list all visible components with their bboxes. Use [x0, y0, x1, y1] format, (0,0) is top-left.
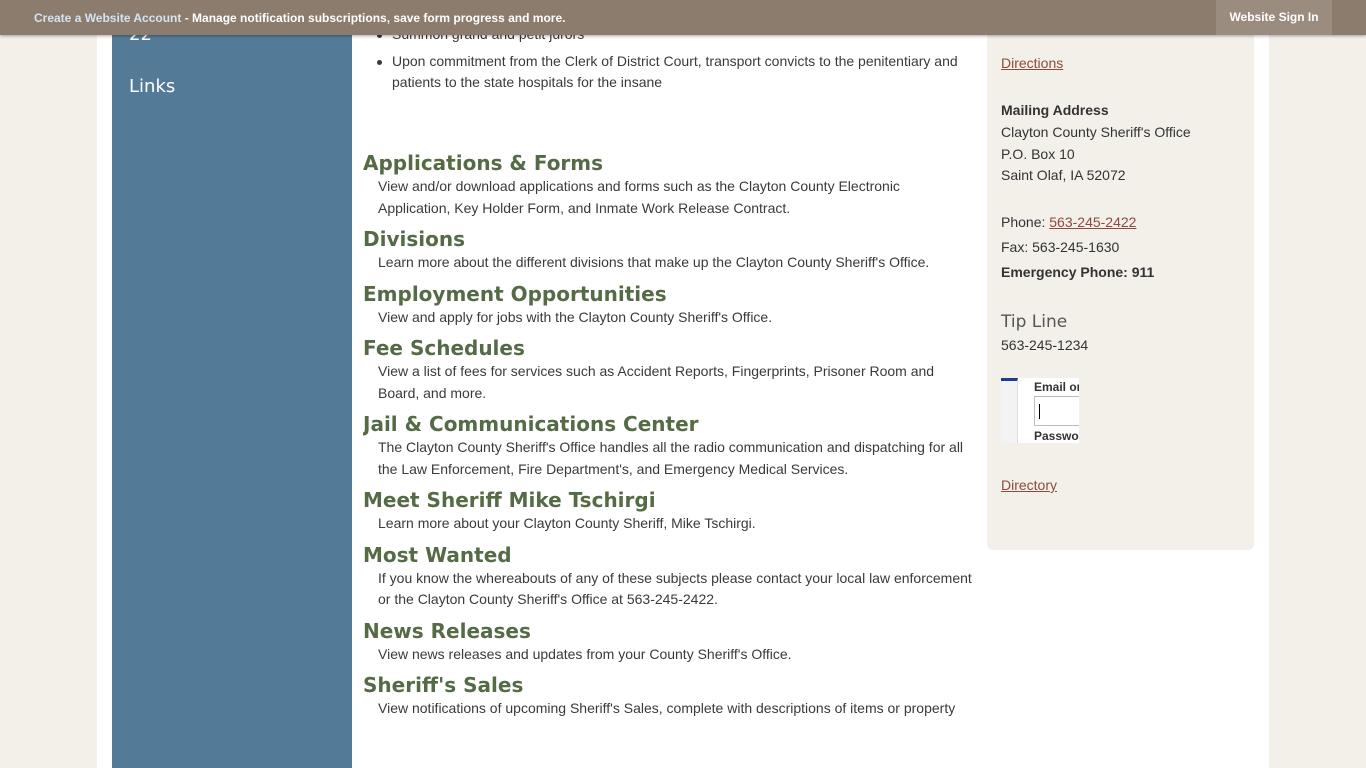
create-account-link[interactable]: Create a Website Account: [34, 11, 181, 25]
section-description: Learn more about your Clayton County She…: [378, 515, 756, 531]
list-item: Upon commitment from the Clerk of Distri…: [363, 51, 973, 93]
mailing-address: Clayton County Sheriff's Office P.O. Box…: [1001, 122, 1191, 187]
address-line: P.O. Box 10: [1001, 145, 1075, 162]
section-description: View a list of fees for services such as…: [378, 363, 935, 401]
widget-side-bar: [1001, 378, 1018, 443]
emergency-phone: Emergency Phone: 911: [1001, 264, 1155, 280]
left-navigation: 22 Links: [112, 0, 352, 768]
directions-link[interactable]: Directions: [1001, 55, 1063, 71]
section-applications-forms: Applications & Forms View and/or downloa…: [363, 150, 978, 219]
section-link[interactable]: Jail & Communications Center: [363, 411, 978, 437]
contact-sidebar: Directions Mailing Address Clayton Count…: [987, 0, 1254, 550]
account-notification-bar: Create a Website Account - Manage notifi…: [0, 0, 1366, 35]
tip-line-phone: 563-245-1234: [1001, 337, 1089, 353]
section-description: View and/or download applications and fo…: [378, 178, 900, 216]
section-description: View notifications of upcoming Sheriff's…: [378, 700, 956, 716]
phone-label: Phone:: [1001, 214, 1050, 230]
directory-link[interactable]: Directory: [1001, 477, 1057, 493]
section-fee-schedules: Fee Schedules View a list of fees for se…: [363, 335, 978, 404]
section-description: View news releases and updates from your…: [378, 645, 792, 662]
main-content: Summon grand and petit jurors Upon commi…: [363, 0, 978, 768]
section-description: View and apply for jobs with the Clayton…: [378, 308, 773, 325]
section-meet-sheriff: Meet Sheriff Mike Tschirgi Learn more ab…: [363, 487, 978, 535]
sign-in-button[interactable]: Website Sign In: [1216, 0, 1332, 35]
nav-item-links[interactable]: Links: [129, 76, 175, 97]
phone-link[interactable]: 563-245-2422: [1049, 214, 1136, 230]
fax-number: Fax: 563-245-1630: [1001, 239, 1120, 255]
section-link[interactable]: Sheriff's Sales: [363, 672, 978, 698]
mailing-address-heading: Mailing Address: [1001, 102, 1109, 118]
section-jail-communications: Jail & Communications Center The Clayton…: [363, 411, 978, 480]
section-link[interactable]: Employment Opportunities: [363, 281, 978, 307]
section-link[interactable]: News Releases: [363, 618, 978, 644]
section-employment-opportunities: Employment Opportunities View and apply …: [363, 281, 978, 329]
section-divisions: Divisions Learn more about the different…: [363, 226, 978, 274]
section-link[interactable]: Meet Sheriff Mike Tschirgi: [363, 487, 978, 513]
text-caret: [1039, 404, 1040, 419]
address-line: Clayton County Sheriff's Office: [1001, 124, 1191, 140]
duties-list: Summon grand and petit jurors Upon commi…: [363, 24, 973, 99]
section-link[interactable]: Most Wanted: [363, 542, 978, 568]
section-description: If you know the whereabouts of any of th…: [378, 569, 972, 608]
section-sheriffs-sales: Sheriff's Sales View notifications of up…: [363, 672, 978, 720]
address-line: Saint Olaf, IA 52072: [1001, 167, 1126, 183]
section-link[interactable]: Fee Schedules: [363, 335, 978, 361]
section-most-wanted: Most Wanted If you know the whereabouts …: [363, 542, 978, 611]
section-description: The Clayton County Sheriff's Office hand…: [378, 439, 964, 477]
section-description: Learn more about the different divisions…: [378, 254, 930, 270]
section-link[interactable]: Divisions: [363, 226, 978, 252]
widget-email-label: Email or: [1034, 380, 1079, 394]
section-link[interactable]: Applications & Forms: [363, 150, 978, 176]
widget-email-input[interactable]: [1034, 396, 1079, 426]
phone-row: Phone: 563-245-2422: [1001, 214, 1136, 230]
embedded-login-widget: Email or Password: [1001, 378, 1079, 443]
section-list: Applications & Forms View and/or downloa…: [363, 150, 978, 727]
section-news-releases: News Releases View news releases and upd…: [363, 618, 978, 666]
tip-line-heading: Tip Line: [1001, 312, 1068, 332]
account-message: Create a Website Account - Manage notifi…: [34, 11, 565, 25]
account-message-text: - Manage notification subscriptions, sav…: [181, 11, 566, 25]
widget-password-label: Password: [1034, 429, 1079, 443]
